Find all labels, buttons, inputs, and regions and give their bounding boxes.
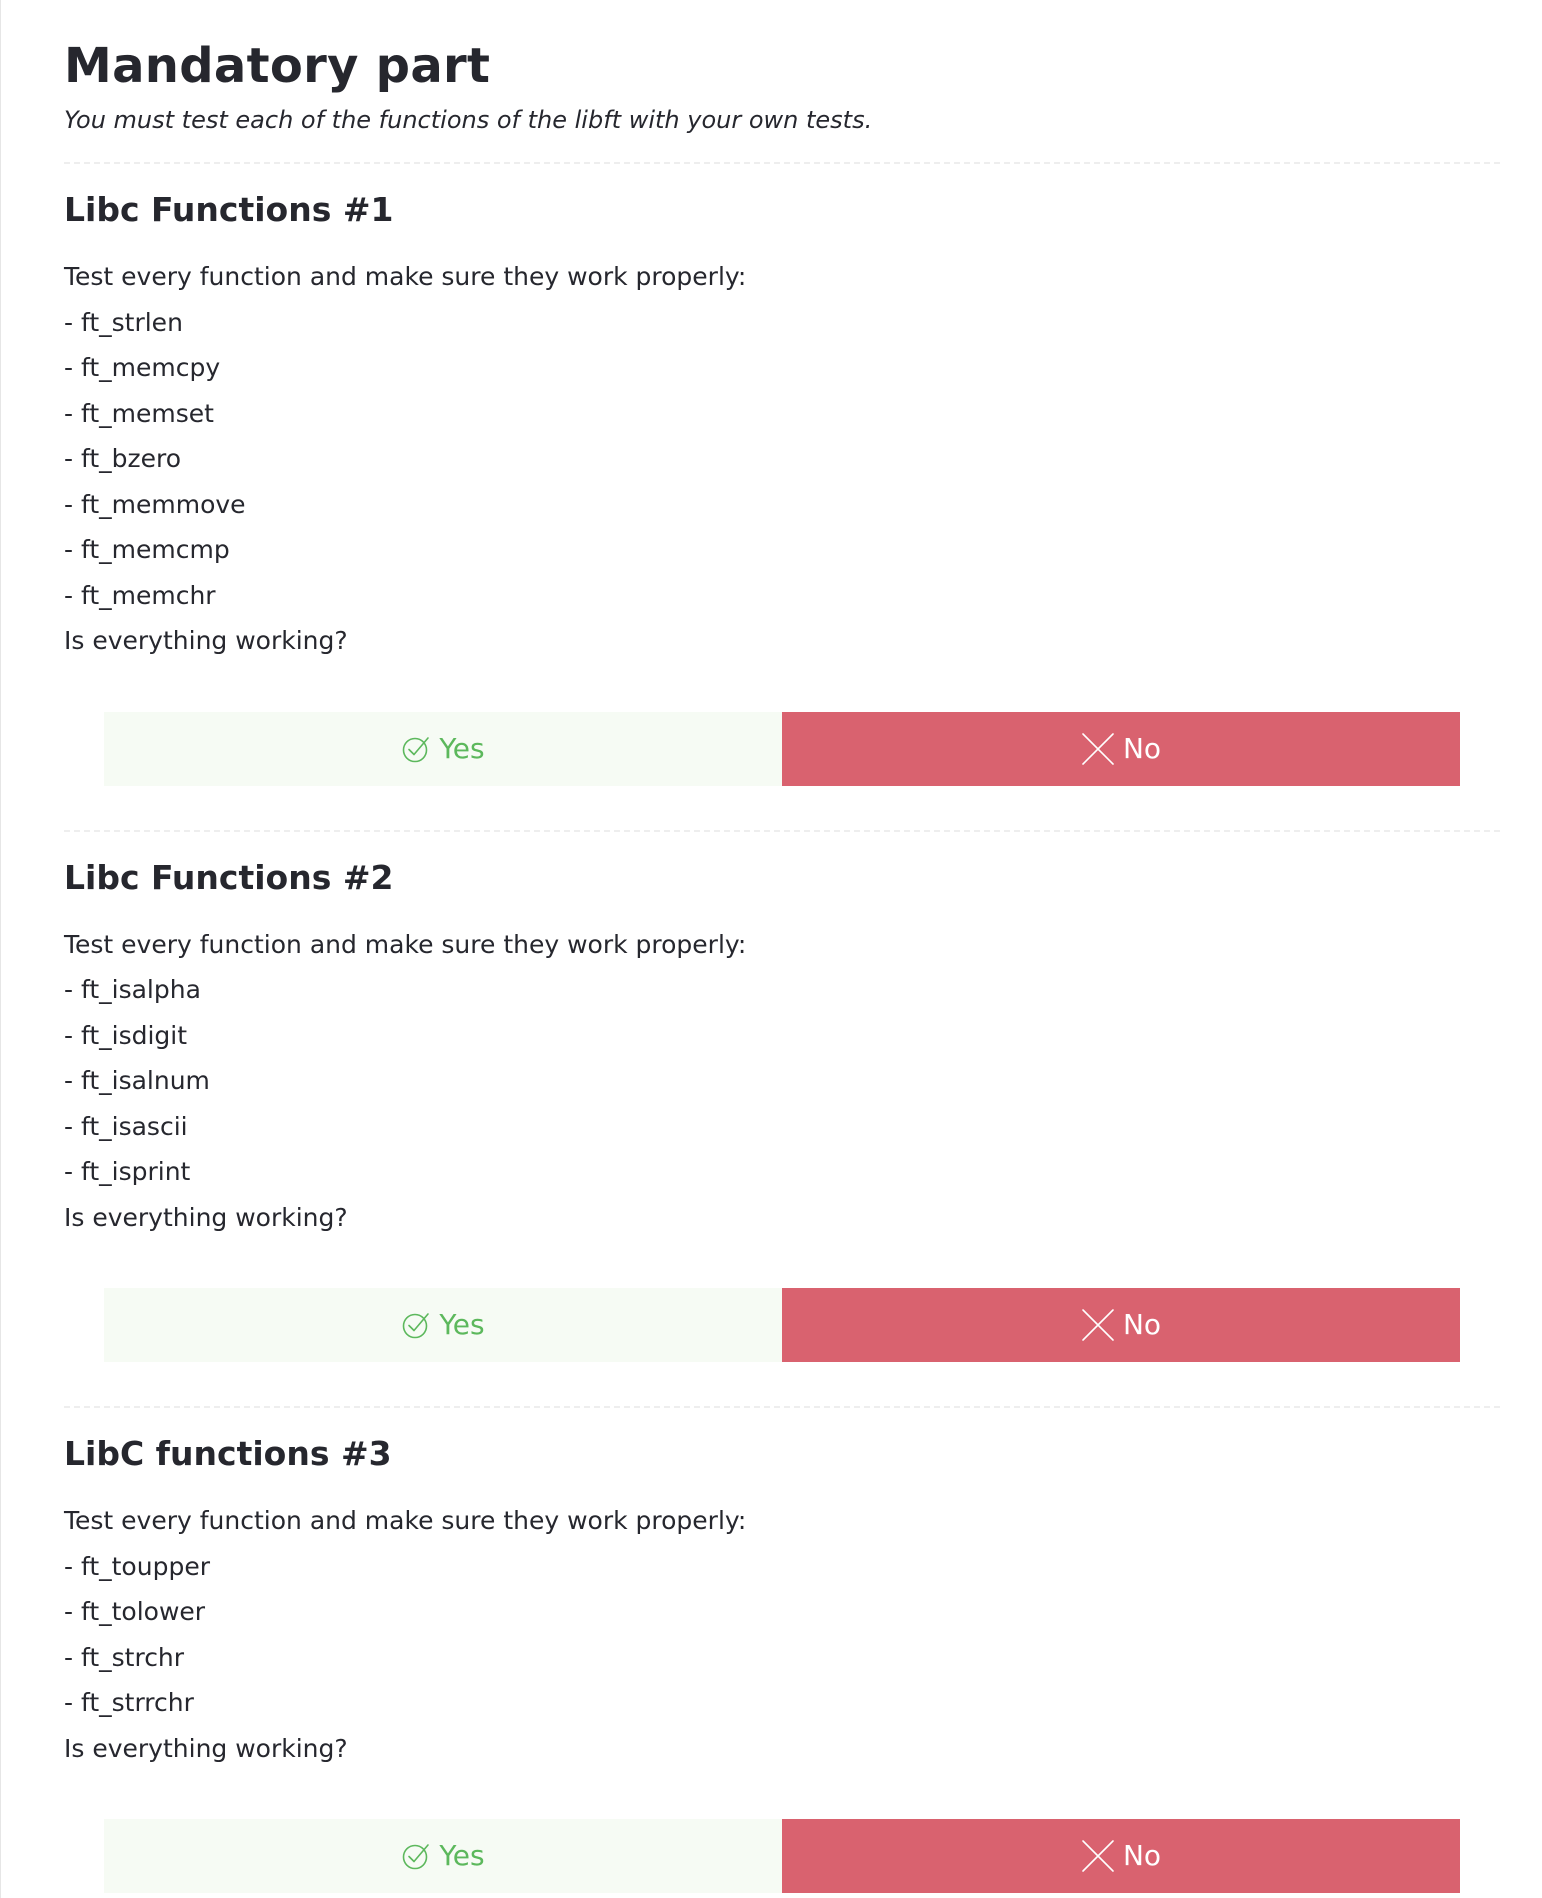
- section-intro: Test every function and make sure they w…: [64, 929, 747, 959]
- section-libc-functions-2: Libc Functions #2 Test every function an…: [64, 832, 1500, 1362]
- function-item: - ft_strchr: [64, 1642, 185, 1672]
- yes-label: Yes: [439, 1839, 485, 1872]
- check-circle-icon: [401, 1841, 431, 1871]
- yes-button[interactable]: Yes: [104, 1288, 782, 1362]
- evaluation-page: Mandatory part You must test each of the…: [64, 34, 1500, 1893]
- check-circle-icon: [401, 1310, 431, 1340]
- section-description: Test every function and make sure they w…: [64, 1498, 1500, 1771]
- section-title: LibC functions #3: [64, 1434, 392, 1473]
- yes-label: Yes: [439, 1308, 485, 1341]
- function-item: - ft_strrchr: [64, 1688, 194, 1717]
- section-title: Libc Functions #2: [64, 857, 394, 897]
- cross-icon: [1081, 1308, 1115, 1342]
- function-item: - ft_isdigit: [64, 1020, 188, 1050]
- no-button[interactable]: No: [782, 711, 1460, 786]
- section-question: Is everything working?: [64, 626, 348, 655]
- page-title: Mandatory part: [64, 38, 491, 94]
- function-item: - ft_memchr: [64, 580, 216, 610]
- section-question: Is everything working?: [64, 1733, 348, 1763]
- function-item: - ft_tolower: [64, 1597, 206, 1626]
- function-item: - ft_memcmp: [64, 535, 230, 564]
- yes-no-choice: Yes No: [104, 711, 1460, 786]
- no-button[interactable]: No: [782, 1819, 1460, 1893]
- function-item: - ft_memcpy: [64, 353, 221, 382]
- check-circle-icon: [401, 734, 431, 764]
- section-description: Test every function and make sure they w…: [64, 254, 1500, 664]
- section-libc-functions-1: Libc Functions #1 Test every function an…: [64, 164, 1500, 786]
- section-title: Libc Functions #1: [64, 190, 394, 229]
- section-libc-functions-3: LibC functions #3 Test every function an…: [64, 1408, 1500, 1893]
- function-item: - ft_isalpha: [64, 975, 201, 1004]
- function-item: - ft_memset: [64, 398, 214, 428]
- function-item: - ft_isalnum: [64, 1066, 210, 1095]
- section-question: Is everything working?: [64, 1202, 348, 1232]
- yes-button[interactable]: Yes: [104, 711, 782, 786]
- function-item: - ft_isprint: [64, 1157, 191, 1186]
- yes-no-choice: Yes No: [104, 1819, 1460, 1893]
- section-intro: Test every function and make sure they w…: [64, 262, 747, 291]
- function-item: - ft_strlen: [64, 307, 183, 337]
- yes-label: Yes: [439, 731, 485, 765]
- yes-no-choice: Yes No: [104, 1288, 1460, 1362]
- function-item: - ft_toupper: [64, 1551, 210, 1581]
- cross-icon: [1081, 732, 1115, 766]
- no-label: No: [1122, 731, 1162, 765]
- section-intro: Test every function and make sure they w…: [64, 1506, 747, 1535]
- yes-button[interactable]: Yes: [104, 1819, 782, 1893]
- no-label: No: [1122, 1308, 1162, 1341]
- section-description: Test every function and make sure they w…: [64, 922, 1500, 1241]
- page-subtitle: You must test each of the functions of t…: [64, 106, 873, 134]
- left-border: [0, 0, 1, 1898]
- cross-icon: [1081, 1839, 1115, 1873]
- function-item: - ft_isascii: [64, 1111, 188, 1141]
- function-item: - ft_bzero: [64, 444, 182, 473]
- no-button[interactable]: No: [782, 1288, 1460, 1362]
- no-label: No: [1122, 1839, 1162, 1872]
- function-item: - ft_memmove: [64, 489, 246, 519]
